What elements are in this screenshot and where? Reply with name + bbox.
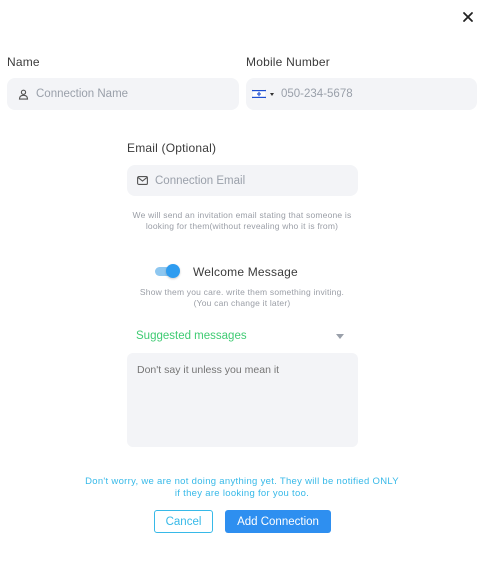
email-note: We will send an invitation email stating…: [132, 210, 352, 231]
mail-icon: [137, 176, 148, 185]
name-input[interactable]: Connection Name: [7, 78, 239, 110]
close-button[interactable]: [459, 8, 477, 26]
country-select[interactable]: [252, 89, 274, 99]
suggested-messages-label: Suggested messages: [136, 330, 247, 342]
email-label: Email (Optional): [127, 141, 217, 155]
israel-flag-icon: [252, 89, 266, 99]
name-placeholder: Connection Name: [36, 88, 129, 100]
welcome-note: Show them you care. write them something…: [139, 287, 345, 308]
mobile-input[interactable]: 050-234-5678: [246, 78, 477, 110]
footer-note: Don't worry, we are not doing anything y…: [85, 476, 399, 499]
suggested-messages-dropdown[interactable]: Suggested messages: [127, 326, 358, 346]
toggle-knob: [166, 264, 180, 278]
name-label: Name: [7, 55, 40, 69]
add-connection-button[interactable]: Add Connection: [225, 510, 331, 533]
close-icon: [463, 12, 473, 22]
email-input[interactable]: Connection Email: [127, 165, 358, 196]
welcome-message-label: Welcome Message: [193, 265, 298, 279]
mobile-placeholder: 050-234-5678: [281, 88, 353, 100]
cancel-button[interactable]: Cancel: [154, 510, 213, 533]
mobile-label: Mobile Number: [246, 55, 330, 69]
welcome-message-textarea[interactable]: [127, 353, 358, 447]
welcome-message-toggle[interactable]: [154, 264, 180, 278]
email-placeholder: Connection Email: [155, 174, 246, 187]
chevron-down-icon: [270, 92, 274, 96]
caret-down-icon: [336, 333, 344, 339]
person-icon: [18, 89, 29, 100]
